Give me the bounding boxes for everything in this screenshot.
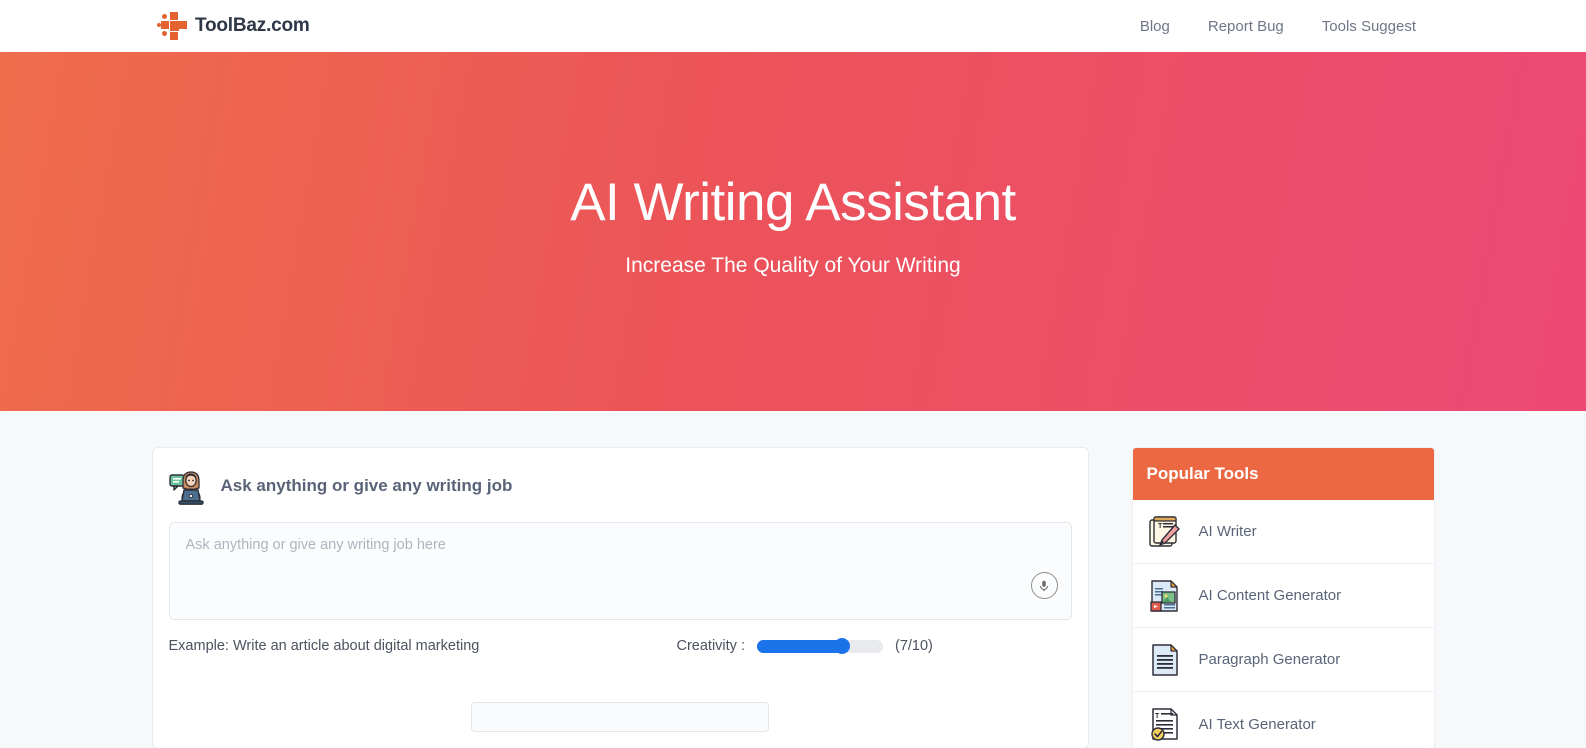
example-hint: Example: Write an article about digital …	[168, 638, 480, 654]
hero-banner: AI Writing Assistant Increase The Qualit…	[0, 52, 1586, 411]
svg-text:T: T	[1158, 523, 1163, 530]
prompt-input-wrapper	[168, 522, 1072, 625]
toolbaz-cross-logo-icon	[157, 9, 191, 43]
nav-link-tools-suggest[interactable]: Tools Suggest	[1322, 18, 1416, 35]
document-lines-icon	[1147, 642, 1183, 678]
creativity-slider[interactable]	[757, 639, 883, 653]
prompt-card-header: Ask anything or give any writing job	[168, 466, 1072, 506]
microphone-button[interactable]	[1030, 572, 1058, 599]
tool-item-paragraph-generator[interactable]: Paragraph Generator	[1132, 628, 1434, 692]
nav-link-report-bug[interactable]: Report Bug	[1208, 18, 1284, 35]
tool-label: AI Content Generator	[1198, 587, 1342, 604]
prompt-card-title: Ask anything or give any writing job	[220, 476, 513, 495]
nav-link-blog[interactable]: Blog	[1140, 18, 1170, 35]
svg-text:T: T	[1155, 713, 1160, 720]
notepad-pencil-icon: T	[1147, 514, 1183, 550]
tool-item-ai-text-generator[interactable]: T AI Text Generator	[1133, 692, 1434, 748]
creativity-value: (7/10)	[895, 638, 933, 654]
tool-item-ai-writer[interactable]: T AI Writer	[1132, 500, 1434, 564]
document-text-check-icon: T	[1147, 706, 1183, 742]
person-at-laptop-icon	[168, 466, 209, 506]
top-navigation-bar: ToolBaz.com Blog Report Bug Tools Sugges…	[0, 0, 1586, 52]
creativity-label: Creativity :	[676, 638, 746, 654]
prompt-card: Ask anything or give any writing job Exa…	[151, 447, 1089, 748]
popular-tools-title: Popular Tools	[1132, 448, 1434, 500]
popular-tools-panel: Popular Tools T AI Writer AI Content Gen…	[1131, 447, 1435, 748]
page-title: AI Writing Assistant	[570, 173, 1016, 232]
prompt-options-row: Example: Write an article about digital …	[169, 638, 1072, 654]
content-area: Ask anything or give any writing job Exa…	[0, 411, 1586, 748]
document-media-icon	[1147, 578, 1183, 614]
tool-label: Paragraph Generator	[1198, 651, 1341, 668]
tool-label: AI Text Generator	[1198, 715, 1316, 733]
brand-name: ToolBaz.com	[195, 15, 310, 36]
main-nav: Blog Report Bug Tools Suggest	[1140, 18, 1416, 35]
brand-logo-link[interactable]: ToolBaz.com	[157, 9, 310, 43]
tool-item-ai-content-generator[interactable]: AI Content Generator	[1132, 564, 1434, 628]
tool-label: AI Writer	[1198, 523, 1257, 540]
generate-button-partial[interactable]	[471, 702, 769, 732]
prompt-input[interactable]	[168, 522, 1072, 620]
page-subtitle: Increase The Quality of Your Writing	[625, 254, 961, 278]
microphone-icon	[1039, 580, 1049, 591]
